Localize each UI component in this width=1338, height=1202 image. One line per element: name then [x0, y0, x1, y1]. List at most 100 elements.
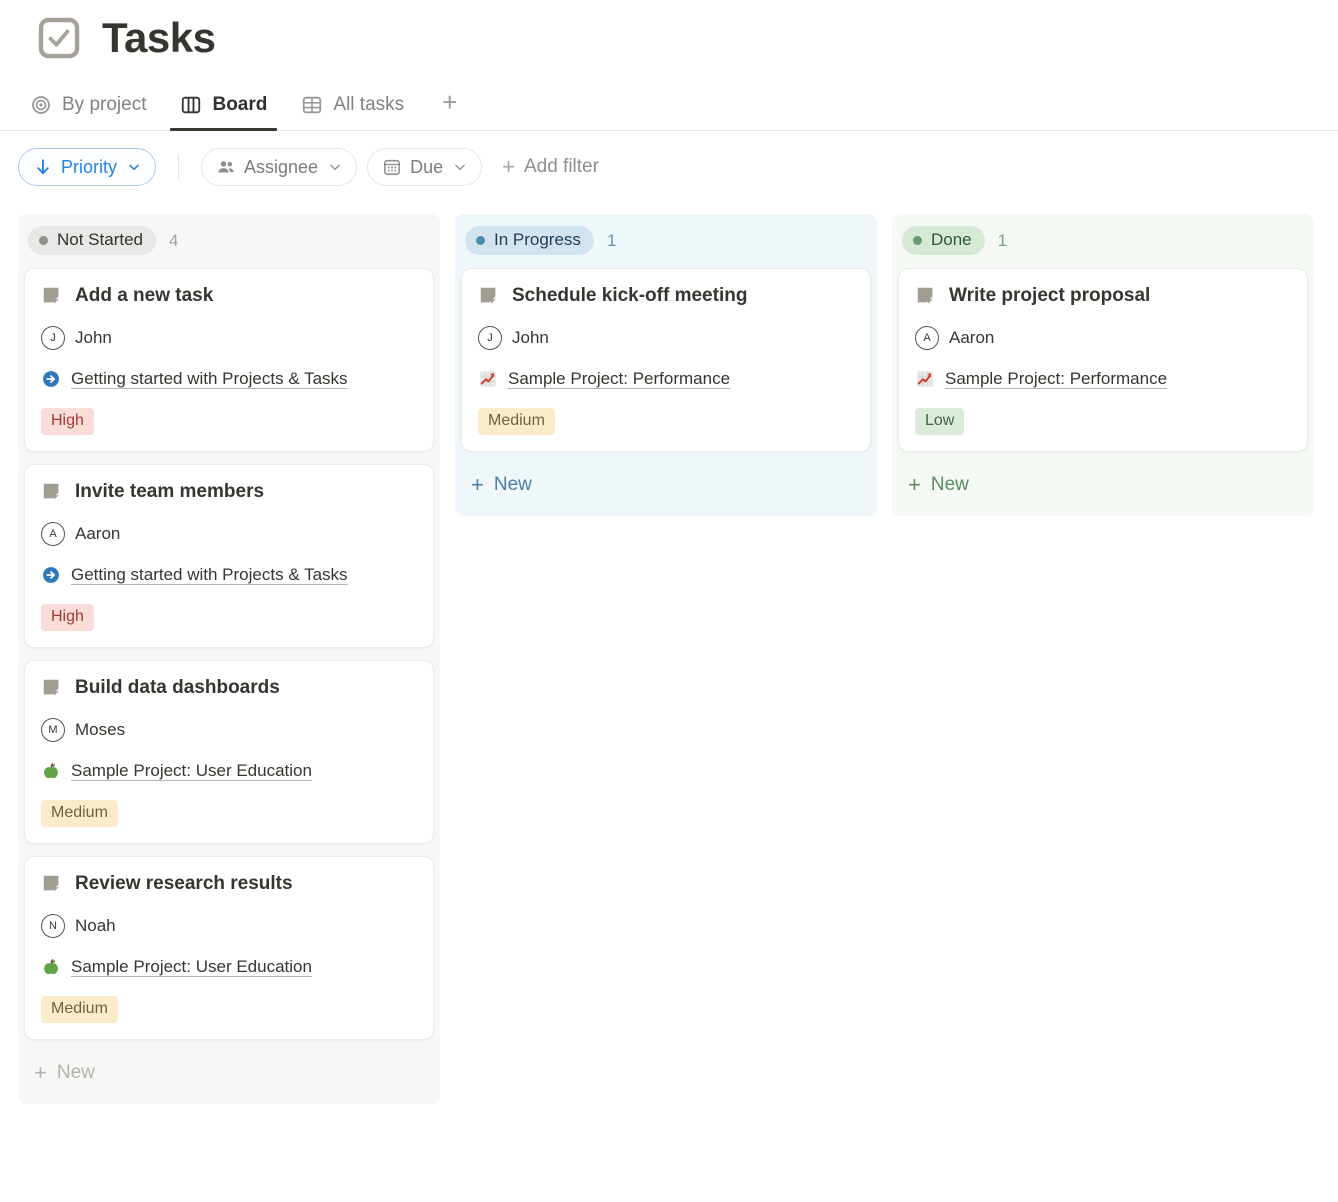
filter-label: Due [410, 157, 443, 178]
assignee-name: John [75, 328, 112, 348]
plus-icon: + [34, 1062, 47, 1084]
task-card[interactable]: Invite team members A Aaron Getting star… [24, 464, 434, 648]
task-card[interactable]: Schedule kick-off meeting J John Sample … [461, 268, 871, 452]
arrow-down-icon [33, 157, 53, 177]
chart-increasing-icon [478, 369, 498, 389]
checkbox-icon[interactable] [36, 15, 82, 61]
sort-priority-button[interactable]: Priority [18, 148, 156, 186]
column-count: 1 [998, 231, 1007, 251]
filter-due-button[interactable]: Due [367, 148, 482, 186]
assignee-name: John [512, 328, 549, 348]
chevron-down-icon [453, 160, 467, 174]
avatar-initial: J [50, 332, 56, 344]
status-pill-done[interactable]: Done [902, 226, 985, 255]
column-in-progress: In Progress 1 Schedule kick-off meeting … [455, 214, 877, 516]
kanban-board: Not Started 4 Add a new task J John [0, 214, 1338, 1104]
green-apple-icon [41, 761, 61, 781]
task-title: Invite team members [75, 481, 264, 503]
tab-all-tasks[interactable]: All tasks [299, 86, 406, 130]
column-count: 1 [607, 231, 616, 251]
project-link[interactable]: Sample Project: User Education [71, 957, 312, 977]
project-link[interactable]: Sample Project: User Education [71, 761, 312, 781]
tab-label: By project [62, 94, 146, 116]
tab-by-project[interactable]: By project [28, 86, 148, 130]
new-task-button[interactable]: + New [461, 464, 871, 508]
project-link[interactable]: Sample Project: Performance [508, 369, 730, 389]
priority-badge[interactable]: High [41, 604, 94, 631]
page-icon [915, 285, 937, 307]
filter-assignee-button[interactable]: Assignee [201, 148, 357, 186]
assignee-avatar: A [41, 522, 65, 546]
new-task-label: New [57, 1062, 95, 1084]
avatar-initial: J [487, 332, 493, 344]
page-header: Tasks [0, 0, 1338, 62]
column-header: In Progress 1 [465, 226, 871, 255]
task-card[interactable]: Build data dashboards M Moses Sample Pro… [24, 660, 434, 844]
chevron-down-icon [328, 160, 342, 174]
filter-bar: Priority Assignee Due [0, 148, 1338, 186]
task-title: Write project proposal [949, 285, 1150, 307]
page-icon [41, 873, 63, 895]
priority-badge[interactable]: High [41, 408, 94, 435]
project-link[interactable]: Getting started with Projects & Tasks [71, 369, 348, 389]
status-pill-not-started[interactable]: Not Started [28, 226, 156, 255]
green-apple-icon [41, 957, 61, 977]
assignee-avatar: N [41, 914, 65, 938]
avatar-initial: A [49, 528, 56, 540]
assignee-name: Noah [75, 916, 116, 936]
new-task-label: New [931, 474, 969, 496]
status-label: In Progress [494, 230, 581, 250]
assignee-avatar: A [915, 326, 939, 350]
priority-badge[interactable]: Low [915, 408, 964, 435]
task-title: Review research results [75, 873, 293, 895]
project-link[interactable]: Getting started with Projects & Tasks [71, 565, 348, 585]
priority-badge[interactable]: Medium [41, 800, 118, 827]
column-header: Done 1 [902, 226, 1308, 255]
avatar-initial: N [49, 920, 57, 932]
page-icon [41, 677, 63, 699]
blue-arrow-circle-icon [41, 369, 61, 389]
table-icon [301, 94, 323, 116]
page-icon [478, 285, 500, 307]
add-view-button[interactable]: + [436, 87, 463, 130]
assignee-name: Aaron [949, 328, 994, 348]
status-dot [39, 236, 48, 245]
project-link[interactable]: Sample Project: Performance [945, 369, 1167, 389]
assignee-avatar: J [478, 326, 502, 350]
assignee-name: Aaron [75, 524, 120, 544]
plus-icon: + [471, 474, 484, 496]
status-dot [913, 236, 922, 245]
page-title: Tasks [102, 14, 215, 62]
column-not-started: Not Started 4 Add a new task J John [18, 214, 440, 1104]
new-task-button[interactable]: + New [898, 464, 1308, 508]
tab-board[interactable]: Board [178, 86, 269, 130]
people-icon [216, 157, 236, 177]
page-icon [41, 481, 63, 503]
status-label: Not Started [57, 230, 143, 250]
tab-label: All tasks [333, 94, 404, 116]
page-icon [41, 285, 63, 307]
task-card[interactable]: Add a new task J John Getting started wi… [24, 268, 434, 452]
status-label: Done [931, 230, 972, 250]
task-title: Schedule kick-off meeting [512, 285, 747, 307]
task-title: Build data dashboards [75, 677, 280, 699]
chart-increasing-icon [915, 369, 935, 389]
status-pill-in-progress[interactable]: In Progress [465, 226, 594, 255]
new-task-button[interactable]: + New [24, 1052, 434, 1096]
task-card[interactable]: Review research results N Noah Sample Pr… [24, 856, 434, 1040]
column-done: Done 1 Write project proposal A Aaron [892, 214, 1314, 516]
task-card[interactable]: Write project proposal A Aaron Sample Pr… [898, 268, 1308, 452]
assignee-name: Moses [75, 720, 125, 740]
add-filter-button[interactable]: + Add filter [502, 154, 599, 180]
filter-label: Assignee [244, 157, 318, 178]
column-count: 4 [169, 231, 178, 251]
blue-arrow-circle-icon [41, 565, 61, 585]
view-tabs-bar: By project Board All tasks + [0, 86, 1338, 131]
priority-badge[interactable]: Medium [41, 996, 118, 1023]
add-filter-label: Add filter [524, 156, 599, 178]
new-task-label: New [494, 474, 532, 496]
task-title: Add a new task [75, 285, 213, 307]
assignee-avatar: M [41, 718, 65, 742]
assignee-avatar: J [41, 326, 65, 350]
priority-badge[interactable]: Medium [478, 408, 555, 435]
